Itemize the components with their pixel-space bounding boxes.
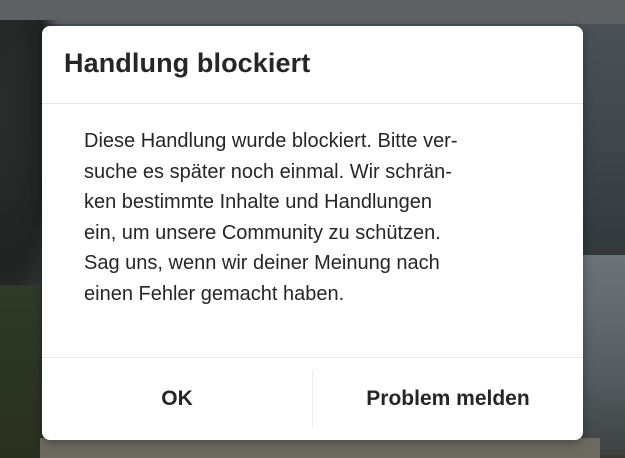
background-sand — [40, 438, 600, 458]
report-problem-button[interactable]: Problem melden — [313, 358, 583, 440]
dialog-message: Diese Handlung wurde blockiert. Bitte ve… — [84, 126, 554, 310]
dialog-message-line: Sag uns, wenn wir deiner Meinung nach — [84, 252, 440, 275]
screen: Handlung blockiert Diese Handlung wurde … — [0, 0, 625, 458]
dialog-message-line: Diese Handlung wurde blockiert. Bitte ve… — [84, 130, 458, 152]
status-bar — [0, 0, 625, 24]
blocked-action-dialog: Handlung blockiert Diese Handlung wurde … — [42, 26, 583, 440]
dialog-message-line: suche es später noch einmal. Wir schrän- — [84, 160, 452, 183]
dialog-title: Handlung blockiert — [64, 48, 311, 78]
dialog-message-line: ken bestimmte Inhalte und Handlungen — [84, 191, 433, 214]
dialog-message-line: ein, um unsere Community zu schützen. — [84, 221, 441, 244]
dialog-message-line: einen Fehler gemacht haben. — [84, 282, 345, 305]
title-divider — [42, 103, 583, 104]
ok-button[interactable]: OK — [42, 358, 312, 440]
